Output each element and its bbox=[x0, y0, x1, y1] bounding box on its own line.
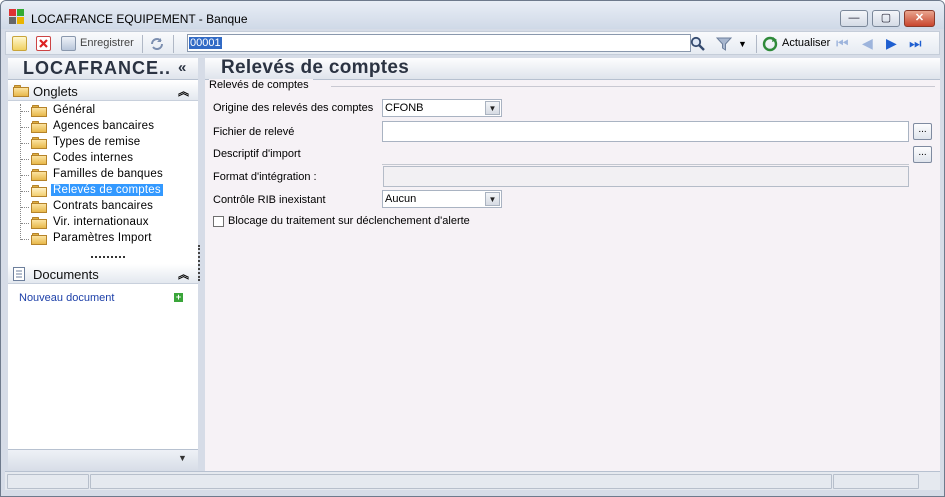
fichier-input[interactable] bbox=[383, 122, 908, 141]
search-value: 00001 bbox=[189, 37, 222, 49]
chevron-down-icon[interactable]: ▼ bbox=[178, 453, 187, 463]
status-cell bbox=[7, 474, 89, 489]
folder-icon bbox=[31, 121, 47, 133]
status-cell bbox=[90, 474, 832, 489]
sidebar-footer: ▼ bbox=[8, 449, 198, 471]
fichier-browse-button[interactable]: ... bbox=[913, 123, 932, 140]
folder-icon bbox=[13, 85, 29, 97]
blocage-checkbox[interactable] bbox=[213, 216, 224, 227]
refresh-button[interactable]: Actualiser bbox=[782, 37, 830, 49]
sidebar: LOCAFRANCE.. « Onglets ︽ Général Agences… bbox=[8, 58, 198, 471]
maximize-icon: ▢ bbox=[880, 12, 892, 24]
save-icon[interactable] bbox=[61, 36, 76, 51]
status-bar bbox=[5, 471, 940, 490]
maximize-button[interactable]: ▢ bbox=[872, 10, 900, 27]
format-field bbox=[383, 166, 909, 187]
controle-rib-label: Contrôle RIB inexistant bbox=[213, 194, 326, 206]
new-document-link[interactable]: Nouveau document bbox=[19, 292, 114, 304]
funnel-icon[interactable] bbox=[715, 36, 733, 51]
save-button[interactable]: Enregistrer bbox=[80, 37, 134, 49]
chevron-down-icon: ▼ bbox=[485, 101, 500, 115]
origine-label: Origine des relevés des comptes bbox=[213, 102, 374, 114]
tree-guide bbox=[20, 104, 21, 240]
chevron-down-icon[interactable]: ▼ bbox=[738, 39, 753, 54]
page-header: Relevés de comptes bbox=[205, 57, 940, 80]
next-record-icon[interactable]: ▶ bbox=[886, 35, 897, 52]
delete-icon[interactable] bbox=[36, 36, 51, 51]
magnifier-icon[interactable] bbox=[690, 36, 705, 51]
sidebar-item-label: Général bbox=[53, 104, 96, 116]
folder-icon bbox=[31, 201, 47, 213]
last-record-icon[interactable]: ⏭ bbox=[909, 35, 922, 52]
sidebar-item-label: Codes internes bbox=[53, 152, 134, 164]
sidebar-brand: LOCAFRANCE.. « bbox=[8, 58, 198, 80]
close-icon: ✕ bbox=[914, 12, 925, 24]
close-button[interactable]: ✕ bbox=[904, 10, 935, 27]
folder-icon bbox=[31, 169, 47, 181]
title-bar: LOCAFRANCE EQUIPEMENT - Banque — ▢ ✕ bbox=[1, 1, 944, 29]
folder-icon bbox=[31, 217, 47, 229]
group-title: Relevés de comptes bbox=[209, 79, 313, 91]
first-record-icon[interactable]: ⏮ bbox=[836, 35, 849, 52]
format-label: Format d'intégration : bbox=[213, 171, 317, 183]
status-cell bbox=[833, 474, 919, 489]
sidebar-item-label: Agences bancaires bbox=[53, 120, 155, 132]
origine-value: CFONB bbox=[385, 102, 424, 114]
format-input bbox=[384, 167, 908, 186]
fichier-field[interactable] bbox=[382, 121, 909, 142]
collapse-chevron-icon[interactable]: ︽ bbox=[178, 266, 189, 282]
toolbar-separator bbox=[756, 35, 757, 53]
folder-icon bbox=[31, 105, 47, 117]
origine-select[interactable]: CFONB ▼ bbox=[382, 99, 502, 117]
descriptif-browse-button[interactable]: ... bbox=[913, 146, 932, 163]
main-content: Relevés de comptes Relevés de comptes Or… bbox=[205, 57, 940, 471]
section-splitter[interactable] bbox=[91, 256, 125, 258]
group-divider bbox=[331, 86, 935, 87]
blocage-label: Blocage du traitement sur déclenchement … bbox=[228, 215, 470, 227]
toolbar: Enregistrer 00001 ▼ Actualiser ⏮ ◀ ▶ ⏭ bbox=[5, 31, 940, 55]
application-window: LOCAFRANCE EQUIPEMENT - Banque — ▢ ✕ Enr… bbox=[0, 0, 945, 497]
documents-title: Documents bbox=[33, 267, 99, 282]
collapse-chevron-icon[interactable]: ︽ bbox=[178, 83, 189, 99]
pane-splitter[interactable] bbox=[198, 245, 200, 281]
fichier-label: Fichier de relevé bbox=[213, 126, 295, 138]
onglets-header[interactable]: Onglets ︽ bbox=[8, 81, 198, 101]
open-folder-icon bbox=[31, 185, 47, 197]
new-document-icon[interactable] bbox=[12, 36, 27, 51]
descriptif-label: Descriptif d'import bbox=[213, 148, 301, 160]
sidebar-item-label: Paramètres Import bbox=[53, 232, 152, 244]
app-logo-icon bbox=[9, 9, 25, 25]
document-icon bbox=[13, 267, 25, 281]
folder-icon bbox=[31, 137, 47, 149]
sidebar-item-label: Relevés de comptes bbox=[51, 184, 163, 196]
documents-header[interactable]: Documents ︽ bbox=[8, 264, 198, 284]
search-input[interactable]: 00001 bbox=[187, 34, 691, 52]
controle-rib-select[interactable]: Aucun ▼ bbox=[382, 190, 502, 208]
chevron-down-icon: ▼ bbox=[485, 192, 500, 206]
descriptif-field[interactable] bbox=[382, 144, 909, 165]
minimize-button[interactable]: — bbox=[840, 10, 868, 27]
previous-record-icon[interactable]: ◀ bbox=[862, 35, 873, 52]
window-title: LOCAFRANCE EQUIPEMENT - Banque bbox=[31, 12, 248, 26]
onglets-title: Onglets bbox=[33, 84, 78, 99]
sidebar-item-label: Contrats bancaires bbox=[53, 200, 154, 212]
refresh-icon[interactable] bbox=[149, 36, 164, 51]
toolbar-separator bbox=[173, 35, 174, 53]
brand-title: LOCAFRANCE.. bbox=[23, 58, 171, 78]
descriptif-input[interactable] bbox=[382, 144, 909, 164]
minimize-icon: — bbox=[848, 12, 860, 24]
add-document-icon[interactable]: + bbox=[174, 293, 183, 302]
refresh-circle-icon[interactable] bbox=[762, 36, 778, 52]
collapse-sidebar-icon[interactable]: « bbox=[178, 59, 186, 76]
controle-rib-value: Aucun bbox=[385, 193, 417, 205]
page-title: Relevés de comptes bbox=[221, 57, 410, 78]
sidebar-item-label: Vir. internationaux bbox=[53, 216, 149, 228]
folder-icon bbox=[31, 233, 47, 245]
sidebar-item-label: Types de remise bbox=[53, 136, 141, 148]
folder-icon bbox=[31, 153, 47, 165]
toolbar-separator bbox=[142, 35, 143, 53]
sidebar-item-label: Familles de banques bbox=[53, 168, 163, 180]
